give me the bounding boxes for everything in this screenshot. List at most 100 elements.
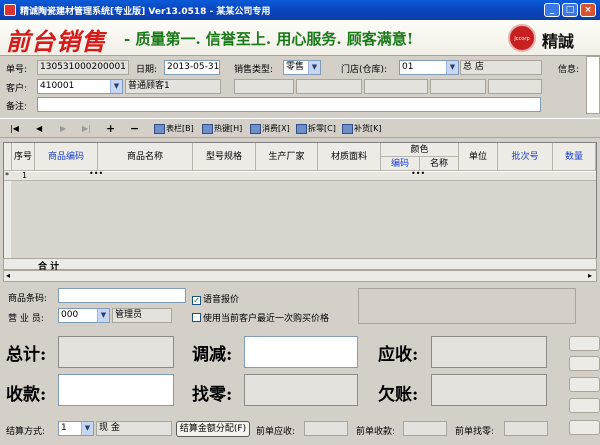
prev-change-label: 前单找零:	[455, 427, 495, 437]
last-price-checkbox[interactable]	[192, 313, 201, 322]
col-qty-header[interactable]: 数量	[553, 143, 596, 171]
close-button[interactable]: ×	[580, 3, 596, 17]
customer-name-field: 普通顾客1	[125, 79, 221, 94]
pay-method-name: 现 金	[96, 421, 172, 436]
table-row[interactable]: * 1 ••• •••	[4, 169, 596, 181]
row-indicator-header	[4, 143, 12, 171]
date-label: 日期:	[136, 65, 158, 75]
side-button-1[interactable]	[569, 336, 600, 351]
col-color-name-body	[420, 172, 459, 258]
cart-icon	[250, 123, 261, 134]
receivable-label: 应收:	[378, 345, 419, 365]
sales-type-select[interactable]: 零售 ▼	[283, 60, 321, 75]
prev-receivable-amount	[304, 421, 348, 436]
received-input[interactable]	[58, 374, 174, 406]
prev-received-label: 前单收款:	[356, 427, 396, 437]
customer-info-field-4	[430, 79, 486, 94]
delete-row-icon[interactable]: −	[130, 122, 139, 136]
item-code-lookup-button[interactable]: •••	[89, 169, 103, 178]
col-seq-header[interactable]: 序号	[12, 143, 35, 171]
clerk-code: 000	[61, 310, 79, 320]
maximize-button[interactable]: □	[562, 3, 578, 17]
table-button-label: 表栏[B]	[166, 124, 194, 133]
col-material-body	[318, 172, 381, 258]
side-button-2[interactable]	[569, 356, 600, 371]
col-seq-body	[12, 172, 35, 258]
store-select[interactable]: 01 ▼	[399, 60, 459, 75]
brand-title: 前台销售	[6, 27, 106, 56]
barcode-input[interactable]	[58, 288, 186, 303]
table-button[interactable]: 表栏[B]	[154, 122, 194, 136]
split-icon	[296, 123, 307, 134]
consume-button-label: 消费[X]	[262, 124, 290, 133]
prev-record-icon[interactable]: ◀	[36, 122, 42, 136]
scroll-left-icon[interactable]: ◂	[6, 271, 10, 280]
total-amount	[58, 336, 174, 368]
remark-input[interactable]	[37, 97, 541, 112]
allocate-button[interactable]: 结算金额分配(F)	[176, 421, 250, 437]
col-color-header[interactable]: 颜色	[381, 143, 459, 157]
horizontal-scrollbar[interactable]: ◂ ▸	[3, 270, 597, 282]
app-icon	[4, 4, 16, 16]
toolbar: |◀ ◀ ▶ ▶| + − 表栏[B] 热键[H] 消费[X] 拆零[C] 补货…	[0, 118, 600, 138]
message-panel	[358, 288, 576, 324]
side-button-4[interactable]	[569, 398, 600, 413]
info-label: 信息:	[558, 65, 580, 75]
adjust-input[interactable]	[244, 336, 358, 368]
col-maker-header[interactable]: 生产厂家	[256, 143, 318, 171]
restock-button[interactable]: 补货[K]	[342, 122, 382, 136]
col-model-header[interactable]: 型号规格	[193, 143, 256, 171]
next-record-icon[interactable]: ▶	[60, 122, 66, 136]
col-color-name-header[interactable]: 名称	[420, 157, 459, 171]
customer-select[interactable]: 410001 ▼	[37, 79, 123, 94]
chevron-down-icon[interactable]: ▼	[446, 61, 458, 74]
clerk-label: 营 业 员:	[8, 314, 44, 324]
order-no-label: 单号:	[6, 65, 28, 75]
clerk-select[interactable]: 000 ▼	[58, 308, 110, 323]
restock-button-label: 补货[K]	[354, 124, 382, 133]
col-model-body	[193, 172, 256, 258]
date-field[interactable]: 2013-05-31	[164, 60, 220, 75]
last-record-icon[interactable]: ▶|	[82, 122, 91, 136]
pay-method-label: 结算方式:	[6, 427, 46, 437]
col-unit-header[interactable]: 单位	[459, 143, 498, 171]
col-color-code-body	[381, 172, 420, 258]
customer-info-field-3	[364, 79, 428, 94]
slogan: - 质量第一. 信誉至上. 用心服务. 顾客满意!	[124, 30, 414, 48]
consume-button[interactable]: 消费[X]	[250, 122, 290, 136]
change-button[interactable]: 拆零[C]	[296, 122, 336, 136]
order-no-field: 130531000200001	[37, 60, 129, 75]
minimize-button[interactable]: _	[544, 3, 560, 17]
chevron-down-icon[interactable]: ▼	[97, 309, 109, 322]
col-material-header[interactable]: 材质面料	[318, 143, 381, 171]
chevron-down-icon[interactable]: ▼	[308, 61, 320, 74]
store-name-field: 总 店	[460, 60, 542, 75]
sales-type-label: 销售类型:	[234, 65, 274, 75]
hotkey-button[interactable]: 热键[H]	[202, 122, 242, 136]
title-bar: 精诚陶瓷建材管理系统[专业版] Ver13.0518 - 某某公司专用 _ □ …	[0, 0, 600, 20]
customer-label: 客户:	[6, 84, 28, 94]
col-batch-header[interactable]: 批次号	[498, 143, 553, 171]
last-price-option[interactable]: 使用当前客户最近一次购买价格	[192, 311, 329, 324]
chevron-down-icon[interactable]: ▼	[110, 80, 122, 93]
scroll-right-icon[interactable]: ▸	[588, 271, 592, 280]
remark-label: 备注:	[6, 102, 28, 112]
first-record-icon[interactable]: |◀	[10, 122, 19, 136]
col-item-code-header[interactable]: 商品编码	[35, 143, 98, 171]
change-amount	[244, 374, 358, 406]
voice-option[interactable]: ✓ 语音报价	[192, 292, 239, 305]
color-lookup-button[interactable]: •••	[411, 169, 425, 178]
sales-grid[interactable]: 序号 商品编码 商品名称 型号规格 生产厂家 材质面料 颜色 编码 名称 单位 …	[3, 142, 597, 270]
side-button-3[interactable]	[569, 377, 600, 392]
side-button-5[interactable]	[569, 420, 600, 435]
pay-method-select[interactable]: 1 ▼	[58, 421, 94, 436]
row-seq: 1	[22, 171, 28, 180]
chevron-down-icon[interactable]: ▼	[81, 422, 93, 435]
hotkey-button-label: 热键[H]	[214, 124, 243, 133]
add-row-icon[interactable]: +	[106, 122, 115, 136]
voice-checkbox[interactable]: ✓	[192, 296, 201, 305]
prev-receivable-label: 前单应收:	[256, 427, 296, 437]
customer-info-field-1	[234, 79, 294, 94]
col-item-name-header[interactable]: 商品名称	[98, 143, 193, 171]
prev-received-amount	[403, 421, 447, 436]
